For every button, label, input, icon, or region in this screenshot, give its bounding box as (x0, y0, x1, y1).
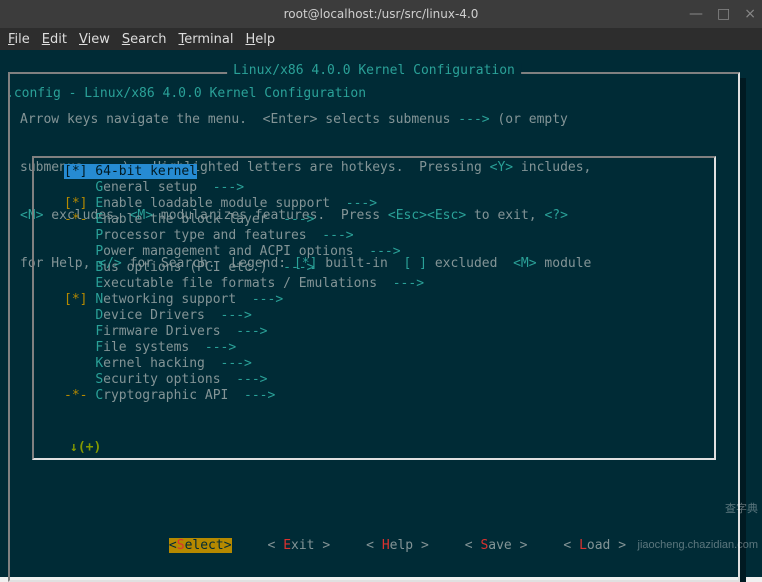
menu-help[interactable]: Help (241, 32, 279, 47)
menubar: File Edit View Search Terminal Help (0, 28, 762, 50)
menu-item[interactable]: Kernel hacking ---> (64, 356, 424, 372)
help-button[interactable]: < Help > (366, 538, 429, 553)
menu-item[interactable]: Power management and ACPI options ---> (64, 244, 424, 260)
menu-item[interactable]: Device Drivers ---> (64, 308, 424, 324)
select-button[interactable]: <Select> (169, 538, 232, 553)
menu-item[interactable]: -*- Cryptographic API ---> (64, 388, 424, 404)
load-button[interactable]: < Load > (563, 538, 626, 553)
menu-item[interactable]: [*] Enable loadable module support ---> (64, 196, 424, 212)
watermark: 查字典 jiaocheng.chazidian.com (638, 479, 758, 575)
minimize-icon[interactable]: — (689, 6, 703, 22)
menu-view[interactable]: View (75, 32, 114, 47)
save-button[interactable]: < Save > (465, 538, 528, 553)
menu-item[interactable]: Security options ---> (64, 372, 424, 388)
menu-item[interactable]: -*- Enable the block layer ---> (64, 212, 424, 228)
button-bar: <Select> < Exit > < Help > < Save > < Load > (8, 522, 740, 570)
menu-item[interactable]: Executable file formats / Emulations ---… (64, 276, 424, 292)
menu-search[interactable]: Search (118, 32, 171, 47)
menu-file[interactable]: File (4, 32, 34, 47)
menu-item[interactable]: [*] Networking support ---> (64, 292, 424, 308)
menu-item[interactable]: General setup ---> (64, 180, 424, 196)
terminal[interactable]: .config - Linux/x86 4.0.0 Kernel Configu… (0, 50, 762, 577)
menu-edit[interactable]: Edit (38, 32, 71, 47)
window-controls: — □ × (689, 0, 756, 28)
dialog-title: Linux/x86 4.0.0 Kernel Configuration (227, 63, 521, 79)
menu-item[interactable]: [*] 64-bit kernel (64, 164, 424, 180)
menu-list[interactable]: [*] 64-bit kernel General setup --->[*] … (64, 164, 424, 404)
exit-button[interactable]: < Exit > (268, 538, 331, 553)
menu-item[interactable]: Processor type and features ---> (64, 228, 424, 244)
menu-item[interactable]: Bus options (PCI etc.) ---> (64, 260, 424, 276)
main-dialog: Linux/x86 4.0.0 Kernel Configuration Arr… (8, 72, 740, 582)
maximize-icon[interactable]: □ (717, 6, 730, 22)
window-title: root@localhost:/usr/src/linux-4.0 (284, 7, 479, 21)
menu-list-box: [*] 64-bit kernel General setup --->[*] … (32, 156, 716, 460)
scroll-down-icon[interactable]: ↓(+) (70, 440, 101, 456)
window-titlebar: root@localhost:/usr/src/linux-4.0 — □ × (0, 0, 762, 28)
menu-terminal[interactable]: Terminal (175, 32, 238, 47)
close-icon[interactable]: × (744, 6, 756, 22)
menu-item[interactable]: Firmware Drivers ---> (64, 324, 424, 340)
menu-item[interactable]: File systems ---> (64, 340, 424, 356)
